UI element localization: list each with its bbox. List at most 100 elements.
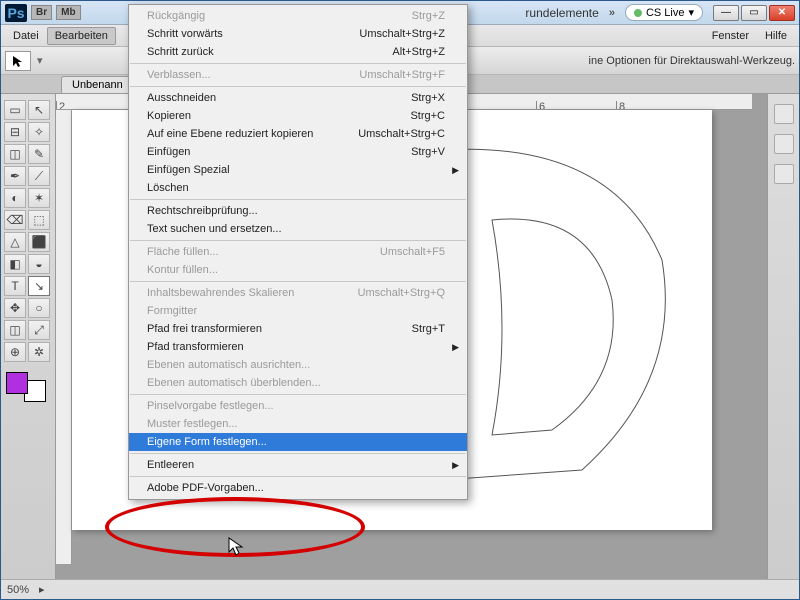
menu-item: Formgitter (129, 302, 467, 320)
menu-hilfe[interactable]: Hilfe (757, 27, 795, 45)
submenu-arrow-icon: ▶ (452, 342, 459, 353)
menu-item-label: Eigene Form festlegen... (147, 436, 267, 448)
menu-item: Verblassen... Umschalt+Strg+F (129, 66, 467, 84)
minimize-button[interactable]: — (713, 5, 739, 21)
menu-item: Inhaltsbewahrendes SkalierenUmschalt+Str… (129, 284, 467, 302)
zoom-level[interactable]: 50% (7, 584, 29, 596)
menu-item-label: Kopieren (147, 110, 191, 122)
menu-item-label: Fläche füllen... (147, 246, 219, 258)
fg-color-swatch[interactable] (6, 372, 28, 394)
document-tab[interactable]: Unbenann (61, 76, 134, 93)
menu-item-label: Kontur füllen... (147, 264, 218, 276)
tool-11[interactable]: ⬚ (28, 210, 50, 230)
tool-9[interactable]: ✶ (28, 188, 50, 208)
chevron-down-icon: ▾ (688, 6, 694, 19)
bridge-badge[interactable]: Br (31, 5, 52, 20)
menu-item: Ebenen automatisch ausrichten... (129, 356, 467, 374)
menu-item-label: Schritt zurück (147, 46, 214, 58)
tool-18[interactable]: ✥ (4, 298, 26, 318)
tool-20[interactable]: ◫ (4, 320, 26, 340)
tool-4[interactable]: ◫ (4, 144, 26, 164)
tool-17[interactable]: ↘ (28, 276, 50, 296)
close-button[interactable]: ✕ (769, 5, 795, 21)
menu-item[interactable]: Rechtschreibprüfung... (129, 202, 467, 220)
chevron-down-icon[interactable]: ▾ (37, 54, 43, 67)
tool-2[interactable]: ⊟ (4, 122, 26, 142)
menu-item-label: Adobe PDF-Vorgaben... (147, 482, 264, 494)
menu-shortcut: Strg+V (411, 146, 445, 158)
tool-1[interactable]: ↖ (28, 100, 50, 120)
menu-item[interactable]: Löschen (129, 179, 467, 197)
chevrons-icon[interactable]: » (609, 7, 615, 19)
menu-item-label: Verblassen... (147, 69, 211, 81)
menu-item-label: Löschen (147, 182, 189, 194)
menu-item[interactable]: EinfügenStrg+V (129, 143, 467, 161)
color-panel-icon[interactable] (774, 134, 794, 154)
chevron-right-icon[interactable]: ▸ (39, 583, 45, 596)
minibridge-badge[interactable]: Mb (56, 5, 80, 20)
right-dock (767, 94, 799, 579)
menu-item[interactable]: Schritt vorwärtsUmschalt+Strg+Z (129, 25, 467, 43)
workspace-label[interactable]: rundelemente (525, 6, 598, 20)
tool-23[interactable]: ✲ (28, 342, 50, 362)
menu-shortcut: Umschalt+Strg+F (359, 69, 445, 81)
menu-shortcut: Strg+T (412, 323, 445, 335)
letter-d-path[interactable] (432, 140, 682, 490)
tool-19[interactable]: ○ (28, 298, 50, 318)
menu-shortcut: Strg+X (411, 92, 445, 104)
tool-10[interactable]: ⌫ (4, 210, 26, 230)
menu-item[interactable]: Pfad frei transformierenStrg+T (129, 320, 467, 338)
menu-item-label: Schritt vorwärts (147, 28, 223, 40)
maximize-button[interactable]: ▭ (741, 5, 767, 21)
menu-item[interactable]: Entleeren▶ (129, 456, 467, 474)
menu-item-label: Formgitter (147, 305, 197, 317)
menu-item-label: Einfügen Spezial (147, 164, 230, 176)
menu-shortcut: Umschalt+Strg+Q (358, 287, 445, 299)
cs-live-button[interactable]: CS Live ▾ (625, 4, 703, 21)
options-text: ine Optionen für Direktauswahl-Werkzeug. (589, 55, 795, 67)
photoshop-logo-icon: Ps (5, 4, 27, 22)
menu-shortcut: Umschalt+Strg+C (358, 128, 445, 140)
menu-datei[interactable]: Datei (5, 27, 47, 45)
menu-fenster[interactable]: Fenster (704, 27, 757, 45)
tool-14[interactable]: ◧ (4, 254, 26, 274)
tool-15[interactable]: ◒ (28, 254, 50, 274)
menu-item[interactable]: Einfügen Spezial▶ (129, 161, 467, 179)
menu-item: Ebenen automatisch überblenden... (129, 374, 467, 392)
tool-7[interactable]: ⟋ (28, 166, 50, 186)
status-dot-icon (634, 9, 642, 17)
status-bar: 50% ▸ (1, 579, 799, 599)
menu-shortcut: Alt+Strg+Z (392, 46, 445, 58)
layers-panel-icon[interactable] (774, 104, 794, 124)
menu-item-label: Entleeren (147, 459, 194, 471)
menu-item[interactable]: KopierenStrg+C (129, 107, 467, 125)
swatches-panel-icon[interactable] (774, 164, 794, 184)
menu-shortcut: Strg+Z (412, 10, 445, 22)
tool-preset-picker[interactable] (5, 51, 31, 71)
tool-21[interactable]: ⤢ (28, 320, 50, 340)
menu-item[interactable]: Text suchen und ersetzen... (129, 220, 467, 238)
tool-13[interactable]: ⬛ (28, 232, 50, 252)
vertical-ruler (56, 110, 72, 564)
tool-12[interactable]: △ (4, 232, 26, 252)
tool-8[interactable]: ◐ (4, 188, 26, 208)
menu-item[interactable]: Auf eine Ebene reduziert kopierenUmschal… (129, 125, 467, 143)
menu-item: Kontur füllen... (129, 261, 467, 279)
tool-16[interactable]: T (4, 276, 26, 296)
menu-item[interactable]: Pfad transformieren▶ (129, 338, 467, 356)
menu-bearbeiten[interactable]: Bearbeiten (47, 27, 116, 45)
menu-item[interactable]: Schritt zurück Alt+Strg+Z (129, 43, 467, 61)
menu-item[interactable]: Adobe PDF-Vorgaben... (129, 479, 467, 497)
menu-item: RückgängigStrg+Z (129, 7, 467, 25)
menu-item[interactable]: Eigene Form festlegen... (129, 433, 467, 451)
tool-5[interactable]: ✎ (28, 144, 50, 164)
tool-22[interactable]: ⊕ (4, 342, 26, 362)
menu-item[interactable]: AusschneidenStrg+X (129, 89, 467, 107)
menu-item-label: Pinselvorgabe festlegen... (147, 400, 274, 412)
tool-0[interactable]: ▭ (4, 100, 26, 120)
tool-6[interactable]: ✒ (4, 166, 26, 186)
menu-item: Fläche füllen...Umschalt+F5 (129, 243, 467, 261)
color-swatches[interactable] (4, 370, 48, 404)
tool-3[interactable]: ✧ (28, 122, 50, 142)
menu-item: Muster festlegen... (129, 415, 467, 433)
